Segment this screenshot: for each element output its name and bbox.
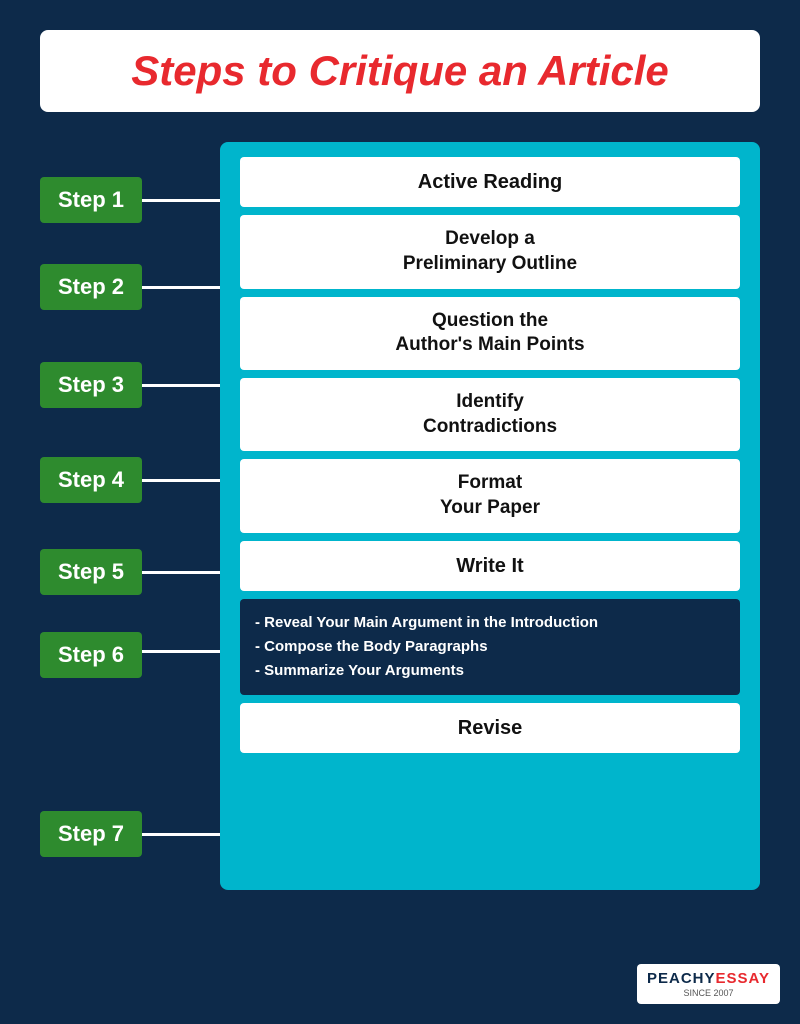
step-row-6: Step 6 <box>40 618 220 798</box>
bullet-2: - Compose the Body Paragraphs <box>255 635 725 659</box>
step-badge-5: Step 5 <box>40 549 142 595</box>
step-row-7: Step 7 <box>40 798 220 870</box>
step-badge-4: Step 4 <box>40 457 142 503</box>
card-active-reading: Active Reading <box>240 157 740 207</box>
card-revise: Revise <box>240 703 740 753</box>
step-badge-2: Step 2 <box>40 264 142 310</box>
connector-4 <box>142 479 220 482</box>
step-badge-6: Step 6 <box>40 632 142 678</box>
logo-text: PEACHYESSAY <box>647 970 770 988</box>
bullet-1: - Reveal Your Main Argument in the Intro… <box>255 611 725 635</box>
card-identify-contradictions: IdentifyContradictions <box>240 378 740 451</box>
logo-since: SINCE 2007 <box>647 988 770 998</box>
connector-5 <box>142 571 220 574</box>
card-write-it-sub: - Reveal Your Main Argument in the Intro… <box>240 599 740 695</box>
step-row-1: Step 1 <box>40 162 220 238</box>
connector-3 <box>142 384 220 387</box>
card-question-author: Question theAuthor's Main Points <box>240 297 740 370</box>
card-write-it: Write It <box>240 541 740 591</box>
title-box: Steps to Critique an Article <box>40 30 760 112</box>
bullet-3: - Summarize Your Arguments <box>255 659 725 683</box>
step-row-5: Step 5 <box>40 526 220 618</box>
page-title: Steps to Critique an Article <box>80 48 720 94</box>
connector-6 <box>142 650 220 653</box>
main-content: Step 1 Step 2 Step 3 Step 4 Step 5 Step … <box>40 142 760 890</box>
step-badge-1: Step 1 <box>40 177 142 223</box>
step-badge-3: Step 3 <box>40 362 142 408</box>
connector-2 <box>142 286 220 289</box>
step-badge-7: Step 7 <box>40 811 142 857</box>
steps-column: Step 1 Step 2 Step 3 Step 4 Step 5 Step … <box>40 142 220 890</box>
logo-box: PEACHYESSAY SINCE 2007 <box>637 964 780 1004</box>
step-row-3: Step 3 <box>40 336 220 434</box>
right-panel: Active Reading Develop aPreliminary Outl… <box>220 142 760 890</box>
step-row-2: Step 2 <box>40 238 220 336</box>
connector-7 <box>142 833 220 836</box>
card-preliminary-outline: Develop aPreliminary Outline <box>240 215 740 288</box>
connector-1 <box>142 199 220 202</box>
card-format-paper: FormatYour Paper <box>240 459 740 532</box>
step-row-4: Step 4 <box>40 434 220 526</box>
